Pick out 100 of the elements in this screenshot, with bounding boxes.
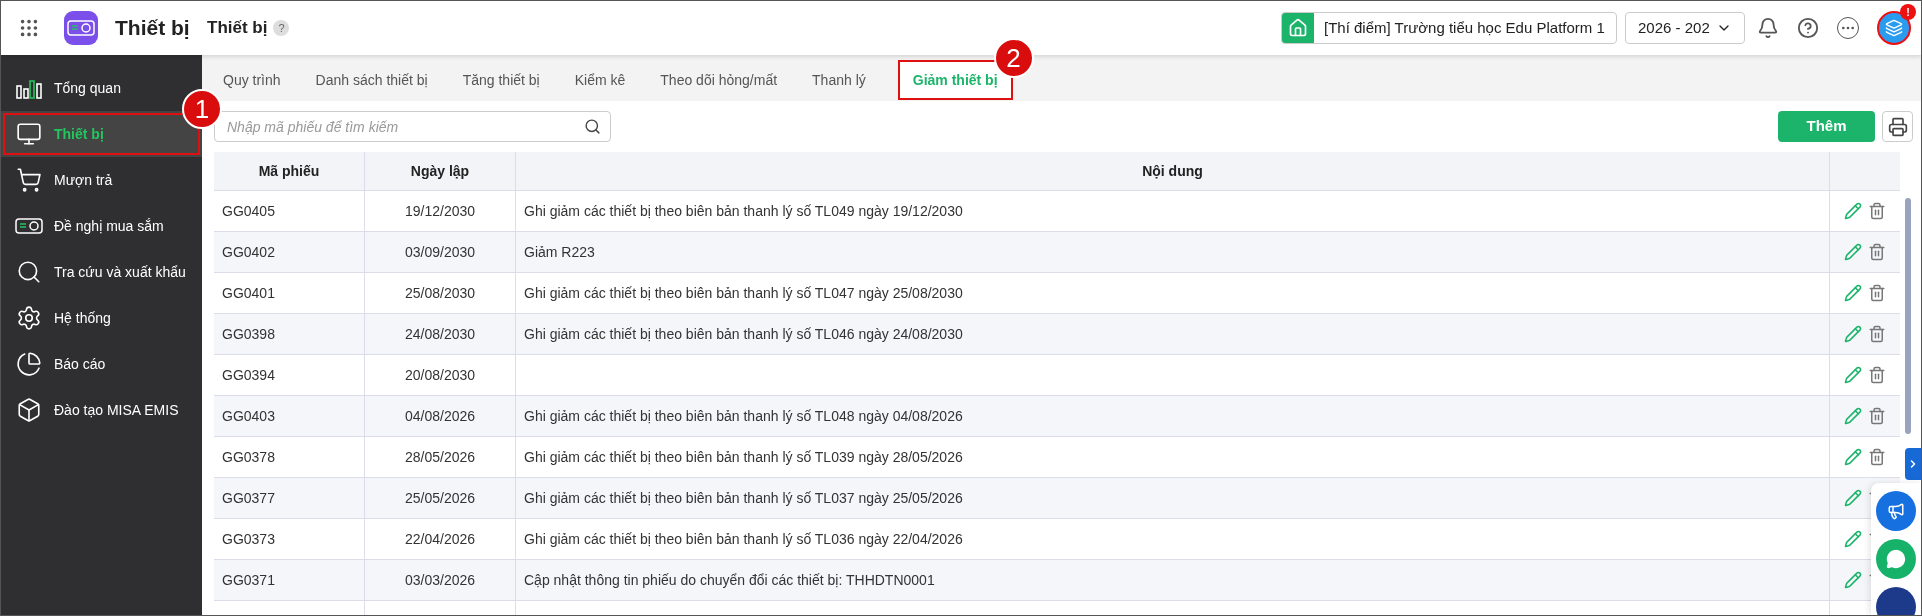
table-cell-text: GG0398 [222, 324, 275, 344]
sidebar-item[interactable]: Hệ thống [1, 295, 119, 341]
sidebar-label: Thiết bị [54, 124, 104, 144]
edit-icon[interactable] [1844, 530, 1862, 548]
table-cell-text: GG0403 [222, 406, 275, 426]
print-button[interactable] [1882, 111, 1913, 142]
table-cell-text: GG0373 [222, 529, 275, 549]
table-cell-text: GG0394 [222, 365, 275, 385]
table-cell-text: 20/08/2030 [404, 365, 476, 385]
table-cell-text: 03/03/2026 [404, 570, 476, 590]
edit-icon[interactable] [1844, 407, 1862, 425]
layers-icon [1885, 19, 1903, 37]
cart-icon [16, 167, 42, 193]
cube-icon [16, 397, 42, 423]
notification-icon[interactable] [1757, 17, 1779, 39]
year-value: 2026 - 202 [1638, 17, 1710, 38]
sidebar-label: Báo cáo [54, 354, 106, 374]
table-cell-text: Ghi giảm các thiết bị theo biên bản thanh lý số TL046 ngày 24/08/2030 [524, 324, 963, 344]
chat-button[interactable] [1876, 539, 1916, 579]
school-selector[interactable]: [Thí điểm] Trường tiểu học Edu Platform 1 [1281, 12, 1617, 44]
search-icon [16, 259, 42, 285]
app-title: Thiết bị [115, 15, 191, 42]
alert-badge: ! [1900, 4, 1916, 20]
search-icon[interactable] [584, 118, 601, 135]
sidebar-item[interactable]: Mượn trả [1, 157, 121, 203]
column-header: Nội dung [1142, 161, 1203, 181]
tab[interactable]: Kiểm kê [561, 60, 639, 100]
monitor-icon [16, 121, 42, 147]
table-cell-text: GG0401 [222, 283, 275, 303]
collapse-tab[interactable] [1905, 448, 1921, 480]
sidebar-item[interactable]: Báo cáo [1, 341, 114, 387]
school-name: [Thí điểm] Trường tiểu học Edu Platform 1 [1324, 17, 1605, 38]
apps-menu-icon[interactable] [18, 17, 40, 39]
megaphone-button[interactable] [1876, 491, 1916, 531]
assistant-avatar[interactable] [1876, 587, 1916, 615]
table-cell-text: 22/04/2026 [404, 529, 476, 549]
edit-icon[interactable] [1844, 284, 1862, 302]
table-cell-text: 25/05/2026 [404, 488, 476, 508]
delete-icon[interactable] [1868, 202, 1886, 220]
table-cell-text: Ghi giảm các thiết bị theo biên bản thanh lý số TL036 ngày 22/04/2026 [524, 529, 963, 549]
settings-icon [16, 305, 42, 331]
table-cell-text: GG0378 [222, 447, 275, 467]
megaphone-icon [1887, 502, 1905, 520]
sidebar-label: Mượn trả [54, 170, 113, 190]
user-avatar[interactable] [1877, 11, 1911, 45]
help-badge[interactable]: ? [273, 20, 290, 36]
table-cell-text: Ghi giảm các thiết bị theo biên bản thanh lý số TL047 ngày 25/08/2030 [524, 283, 963, 303]
bar-chart-icon [16, 77, 42, 99]
edit-icon[interactable] [1844, 448, 1862, 466]
edit-icon[interactable] [1844, 489, 1862, 507]
delete-icon[interactable] [1868, 448, 1886, 466]
table-cell-text: 04/08/2026 [404, 406, 476, 426]
edit-icon[interactable] [1844, 202, 1862, 220]
delete-icon[interactable] [1868, 366, 1886, 384]
edit-icon[interactable] [1844, 571, 1862, 589]
table-cell-text: GG0402 [222, 242, 275, 262]
sidebar-label: Hệ thống [54, 308, 111, 328]
delete-icon[interactable] [1868, 243, 1886, 261]
sidebar-label: Tổng quan [54, 78, 121, 98]
delete-icon[interactable] [1868, 325, 1886, 343]
sidebar-item[interactable]: Tổng quan [1, 65, 129, 111]
year-select[interactable]: 2026 - 202 [1625, 12, 1745, 44]
scrollbar-thumb[interactable] [1905, 198, 1911, 434]
table-cell-text: 03/09/2030 [404, 242, 476, 262]
edit-icon[interactable] [1844, 243, 1862, 261]
delete-icon[interactable] [1868, 284, 1886, 302]
sidebar-label: Đề nghị mua sắm [54, 216, 164, 236]
column-header: Ngày lập [410, 161, 470, 181]
search-field[interactable]: Nhập mã phiếu để tìm kiếm [214, 111, 611, 142]
table-cell-text: Ghi giảm các thiết bị theo biên bản thanh lý số TL049 ngày 19/12/2030 [524, 201, 963, 221]
table-cell-text: Cập nhật thông tin phiếu do chuyển đổi các thiết bị: THHDTN0001 [524, 570, 935, 590]
tab[interactable]: Theo dõi hỏng/mất [647, 60, 791, 100]
chat-icon [1886, 549, 1906, 569]
table-cell-text: 25/08/2030 [404, 283, 476, 303]
sidebar-label: Tra cứu và xuất khẩu [54, 262, 186, 282]
table-cell-text: Ghi giảm các thiết bị theo biên bản thanh lý số TL039 ngày 28/05/2026 [524, 447, 963, 467]
sidebar-item[interactable]: Tra cứu và xuất khẩu [1, 249, 194, 295]
sidebar-label: Đào tạo MISA EMIS [54, 400, 179, 420]
printer-icon [1887, 116, 1908, 137]
page-title: Thiết bị [207, 17, 268, 40]
edit-icon[interactable] [1844, 325, 1862, 343]
callout-badge: 1 [182, 89, 222, 129]
edit-icon[interactable] [1844, 366, 1862, 384]
table-cell-text: Ghi giảm các thiết bị theo biên bản thanh lý số TL037 ngày 25/05/2026 [524, 488, 963, 508]
sidebar-item[interactable]: Đào tạo MISA EMIS [1, 387, 187, 433]
delete-icon[interactable] [1868, 407, 1886, 425]
table-cell-text: Ghi giảm các thiết bị theo biên bản thanh lý số TL048 ngày 04/08/2026 [524, 406, 963, 426]
table-cell-text: 19/12/2030 [404, 201, 476, 221]
table-cell-text: GG0377 [222, 488, 275, 508]
help-icon[interactable] [1797, 17, 1819, 39]
tab[interactable]: Tăng thiết bị [449, 60, 553, 100]
home-icon [1288, 18, 1308, 38]
table-cell-text: GG0371 [222, 570, 275, 590]
tab[interactable]: Danh sách thiết bị [302, 60, 441, 100]
table-cell-text: GG0405 [222, 201, 275, 221]
table-cell-text: 28/05/2026 [404, 447, 476, 467]
sidebar-item[interactable]: Đề nghị mua sắm [1, 203, 172, 249]
table-cell-text: 24/08/2030 [404, 324, 476, 344]
tab[interactable]: Thanh lý [799, 60, 879, 100]
projector-icon [15, 216, 43, 236]
